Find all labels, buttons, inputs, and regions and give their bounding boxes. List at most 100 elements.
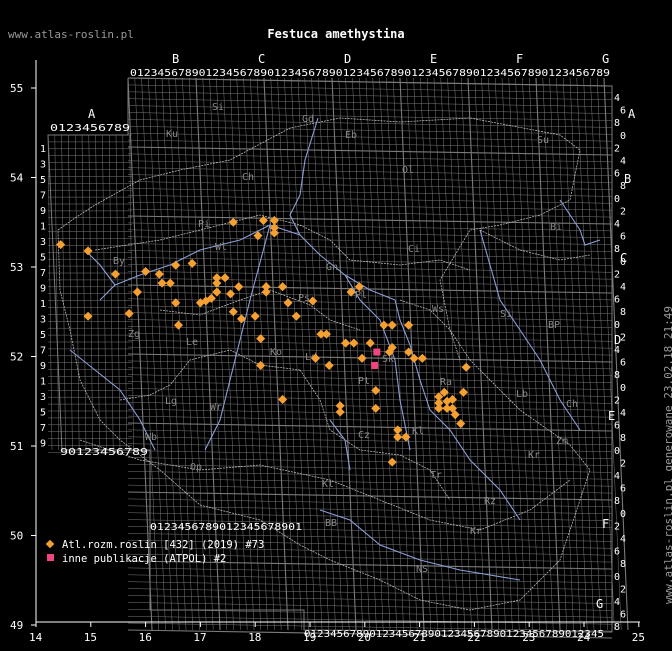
grid-line — [127, 367, 613, 377]
grid-line — [426, 77, 452, 631]
grid-line — [576, 77, 602, 631]
grid-number: 0 — [614, 320, 620, 331]
map-title: Festuca amethystina — [267, 27, 405, 41]
grid-number: 2 — [614, 521, 620, 532]
region-label: Zg — [128, 329, 140, 340]
grid-line — [127, 105, 613, 114]
grid-number: 1 — [40, 299, 46, 310]
point-atlas — [278, 394, 288, 404]
point-atlas — [250, 311, 260, 321]
grid-line — [474, 77, 500, 631]
grid-line — [115, 134, 121, 451]
grid-letter: C — [258, 52, 265, 66]
point-atlas — [357, 353, 367, 363]
grid-line — [127, 567, 613, 577]
x-tick-label: 25 — [632, 631, 645, 644]
grid-line — [508, 77, 534, 631]
grid-line — [440, 77, 466, 631]
grid-number: 4 — [620, 282, 626, 293]
grid-number: 9 — [40, 439, 46, 450]
grid-line — [127, 581, 613, 590]
grid-line — [331, 77, 357, 631]
point-atlas — [409, 353, 419, 363]
region-label: Ci — [408, 244, 420, 255]
grid-line — [127, 195, 613, 204]
grid-letter: D — [614, 333, 621, 347]
grid-line — [127, 574, 613, 584]
region-label: Sk — [382, 354, 394, 365]
grid-line — [127, 353, 613, 363]
grid-letter: G — [602, 52, 609, 66]
region-label: Ku — [166, 129, 178, 140]
grid-number: 0 — [614, 572, 620, 583]
y-tick-label: 55 — [10, 82, 23, 95]
region-label: Ko — [270, 347, 282, 358]
grid-line — [569, 77, 595, 631]
grid-number: 6 — [620, 232, 626, 243]
point-atlas — [226, 289, 236, 299]
x-tick-label: 14 — [29, 631, 43, 644]
grid-letter: B — [172, 52, 179, 66]
legend-label-atpol: inne publikacje (ATPOL) #2 — [62, 553, 226, 565]
y-tick-label: 54 — [10, 172, 24, 185]
x-tick-label: 17 — [193, 631, 206, 644]
grid-number: 1 — [40, 377, 46, 388]
grid-number: 9 — [40, 284, 46, 295]
grid-line — [127, 388, 613, 397]
region-label: Lg — [165, 396, 177, 407]
grid-number: 4 — [614, 471, 620, 482]
grid-line — [127, 588, 613, 597]
x-tick-label: 19 — [303, 631, 316, 644]
grid-letter: B — [624, 172, 631, 186]
point-atlas — [404, 320, 414, 330]
grid-line — [102, 134, 107, 451]
grid-letter: F — [602, 517, 609, 531]
region-label: Zm — [556, 436, 568, 447]
y-tick-label: 50 — [10, 530, 23, 543]
region-label: NS — [416, 564, 428, 575]
grid-number: 9 — [40, 206, 46, 217]
region-label: BP — [548, 320, 560, 331]
region-label: Ws — [432, 304, 444, 315]
region-label: Si — [212, 102, 224, 113]
grid-number: 6 — [620, 106, 626, 117]
grid-letter: G — [596, 597, 603, 611]
point-atlas — [228, 307, 238, 317]
grid-line — [127, 595, 613, 604]
grid-number: 4 — [614, 219, 620, 230]
point-atlas — [261, 287, 271, 297]
river — [559, 199, 601, 246]
grid-number: 4 — [620, 534, 626, 545]
grid-line — [127, 415, 613, 425]
grid-number: 6 — [620, 610, 626, 621]
x-tick-label: 15 — [84, 631, 97, 644]
region-label: Bi — [550, 222, 562, 233]
legend: Atl.rozm.roslin [432] (2019) #73 inne pub… — [45, 539, 264, 565]
grid-number: 3 — [40, 392, 46, 403]
grid-line — [345, 77, 370, 631]
point-atlas — [458, 387, 468, 397]
grid-line — [324, 77, 350, 631]
grid-line — [127, 284, 613, 294]
grid-number: 8 — [620, 559, 626, 570]
grid-number: 7 — [40, 346, 46, 357]
grid-number: 6 — [614, 547, 620, 558]
grid-number: 7 — [40, 423, 46, 434]
grid-line — [127, 236, 613, 245]
grid-number: 0 — [614, 446, 620, 457]
point-atlas — [258, 215, 268, 225]
x-tick-label: 16 — [139, 631, 152, 644]
point-atlas — [154, 269, 164, 279]
grid-number: 4 — [614, 597, 620, 608]
region-label: Rz — [484, 496, 496, 507]
legend-marker-atpol — [47, 554, 54, 561]
grid-line — [61, 134, 66, 451]
point-atlas — [291, 311, 301, 321]
point-atlas — [335, 407, 345, 417]
grid-line — [127, 91, 613, 101]
grid-number: 0 — [620, 131, 626, 142]
grid-number: 2 — [614, 269, 620, 280]
grid-number: 5 — [40, 175, 46, 186]
grid-number: 2 — [614, 395, 620, 406]
y-tick-label: 49 — [10, 619, 23, 632]
